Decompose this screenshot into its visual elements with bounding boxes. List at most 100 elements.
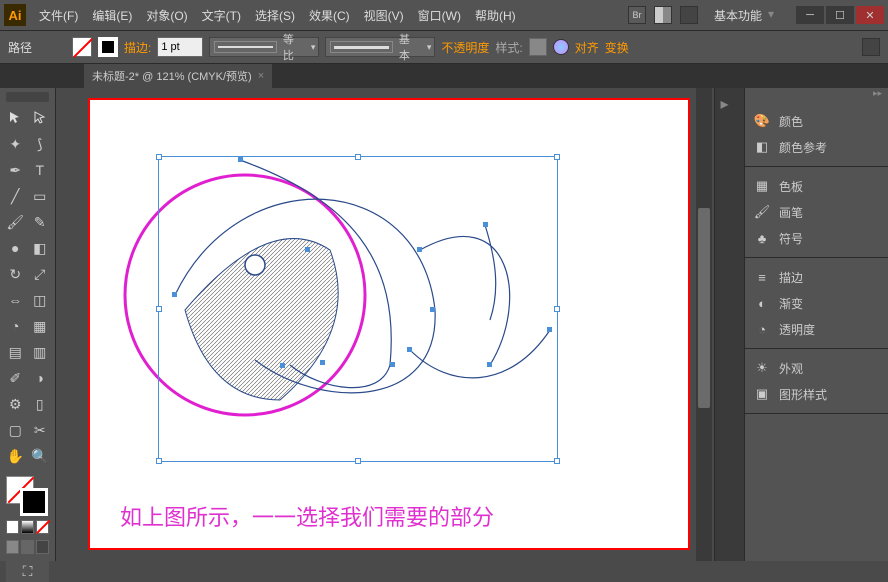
toolbox-grip[interactable] <box>6 92 49 102</box>
opacity-label[interactable]: 不透明度 <box>441 39 489 56</box>
pencil-tool[interactable]: ✎ <box>29 210 52 234</box>
menu-edit[interactable]: 编辑(E) <box>85 7 139 24</box>
paintbrush-tool[interactable]: 🖌 <box>4 210 27 234</box>
zoom-tool[interactable]: 🔍 <box>29 444 52 468</box>
stroke-color-swatch[interactable] <box>20 488 48 516</box>
scale-tool[interactable]: ⤢ <box>29 262 52 286</box>
screen-mode-btn[interactable]: ⛶ <box>6 560 49 582</box>
panel-collapse-icon[interactable]: ▸▸ <box>873 88 882 102</box>
document-tab[interactable]: 未标题-2* @ 121% (CMYK/预览) × <box>84 64 272 88</box>
brush-select[interactable]: 基本 <box>325 37 435 57</box>
slice-tool[interactable]: ✂ <box>29 418 52 442</box>
selection-type-label: 路径 <box>8 39 32 56</box>
panel-transparency[interactable]: ◔透明度 <box>745 316 888 342</box>
width-tool[interactable]: ⇔ <box>4 288 27 312</box>
draw-behind-btn[interactable] <box>21 540 34 554</box>
menu-select[interactable]: 选择(S) <box>248 7 302 24</box>
panel-graphic-styles[interactable]: ▣图形样式 <box>745 381 888 407</box>
gradient-mode-btn[interactable] <box>21 520 34 534</box>
rotate-tool[interactable]: ↻ <box>4 262 27 286</box>
profile-select[interactable]: 等比 <box>209 37 319 57</box>
transform-label[interactable]: 变换 <box>605 39 629 56</box>
free-transform-tool[interactable]: ◫ <box>29 288 52 312</box>
mesh-tool[interactable]: ▤ <box>4 340 27 364</box>
main-area: ✦ ⟆ ✒ T ╱ ▭ 🖌 ✎ ● ◧ ↻ ⤢ ⇔ ◫ ◔ ▦ ▤ ▥ ✐ ◑ … <box>0 88 888 561</box>
lasso-tool[interactable]: ⟆ <box>29 132 52 156</box>
menu-window[interactable]: 窗口(W) <box>411 7 468 24</box>
collapse-panels-icon[interactable]: ▸ <box>721 94 739 112</box>
graphic-style-icon: ▣ <box>753 385 771 403</box>
instruction-caption: 如上图所示，一一选择我们需要的部分 <box>120 500 494 532</box>
style-swatch[interactable] <box>529 38 547 56</box>
menu-effect[interactable]: 效果(C) <box>302 7 357 24</box>
rectangle-tool[interactable]: ▭ <box>29 184 52 208</box>
panel-brushes[interactable]: 🖌画笔 <box>745 199 888 225</box>
style-label: 样式: <box>495 39 522 56</box>
eraser-tool[interactable]: ◧ <box>29 236 52 260</box>
panel-menu-icon[interactable] <box>862 38 880 56</box>
minimize-button[interactable]: ─ <box>796 6 824 24</box>
none-mode-btn[interactable] <box>36 520 49 534</box>
panel-color[interactable]: 🎨颜色 <box>745 108 888 134</box>
appearance-icon: ☀ <box>753 359 771 377</box>
menu-file[interactable]: 文件(F) <box>32 7 85 24</box>
column-graph-tool[interactable]: ▯ <box>29 392 52 416</box>
stroke-label[interactable]: 描边: <box>124 39 151 56</box>
recolor-icon[interactable] <box>553 39 569 55</box>
menu-object[interactable]: 对象(O) <box>139 7 194 24</box>
document-tabs: 未标题-2* @ 121% (CMYK/预览) × <box>0 64 888 88</box>
workspace-switcher[interactable]: 基本功能 <box>706 5 778 26</box>
bridge-icon[interactable]: Br <box>628 6 646 24</box>
direct-selection-tool[interactable] <box>29 106 52 130</box>
stroke-weight-input[interactable] <box>157 37 203 57</box>
type-tool[interactable]: T <box>29 158 52 182</box>
blob-brush-tool[interactable]: ● <box>4 236 27 260</box>
pen-tool[interactable]: ✒ <box>4 158 27 182</box>
stroke-swatch[interactable] <box>98 37 118 57</box>
shape-builder-tool[interactable]: ◔ <box>4 314 27 338</box>
tab-close-icon[interactable]: × <box>258 70 264 82</box>
swatches-icon: ▦ <box>753 177 771 195</box>
align-label[interactable]: 对齐 <box>575 39 599 56</box>
app-logo: Ai <box>4 4 26 26</box>
close-button[interactable]: ✕ <box>856 6 884 24</box>
line-tool[interactable]: ╱ <box>4 184 27 208</box>
magic-wand-tool[interactable]: ✦ <box>4 132 27 156</box>
hand-tool[interactable]: ✋ <box>4 444 27 468</box>
menu-type[interactable]: 文字(T) <box>195 7 248 24</box>
selection-tool[interactable] <box>4 106 27 130</box>
blend-tool[interactable]: ◑ <box>29 366 52 390</box>
panel-symbols[interactable]: ♣符号 <box>745 225 888 251</box>
vertical-scrollbar[interactable] <box>696 88 712 561</box>
tools-panel: ✦ ⟆ ✒ T ╱ ▭ 🖌 ✎ ● ◧ ↻ ⤢ ⇔ ◫ ◔ ▦ ▤ ▥ ✐ ◑ … <box>0 88 56 561</box>
control-bar: 路径 描边: 等比 基本 不透明度 样式: 对齐 变换 <box>0 30 888 64</box>
draw-normal-btn[interactable] <box>6 540 19 554</box>
panel-appearance[interactable]: ☀外观 <box>745 355 888 381</box>
selection-bbox <box>158 156 558 462</box>
panel-swatches[interactable]: ▦色板 <box>745 173 888 199</box>
panels: ▸▸ 🎨颜色 ◧颜色参考 ▦色板 🖌画笔 ♣符号 ≡描边 ◐渐变 ◔透明度 ☀外… <box>744 88 888 561</box>
panel-stroke[interactable]: ≡描边 <box>745 264 888 290</box>
gradient-icon: ◐ <box>753 294 771 312</box>
color-mode-btn[interactable] <box>6 520 19 534</box>
symbol-sprayer-tool[interactable]: ⚙ <box>4 392 27 416</box>
maximize-button[interactable]: ☐ <box>826 6 854 24</box>
gradient-tool[interactable]: ▥ <box>29 340 52 364</box>
panel-color-guide[interactable]: ◧颜色参考 <box>745 134 888 160</box>
perspective-tool[interactable]: ▦ <box>29 314 52 338</box>
canvas[interactable]: 如上图所示，一一选择我们需要的部分 <box>56 88 714 561</box>
panel-gradient[interactable]: ◐渐变 <box>745 290 888 316</box>
draw-inside-btn[interactable] <box>36 540 49 554</box>
arrange-icon[interactable] <box>654 6 672 24</box>
right-dock: ▸ <box>714 88 744 561</box>
tab-title: 未标题-2* @ 121% (CMYK/预览) <box>92 68 252 84</box>
artboard-tool[interactable]: ▢ <box>4 418 27 442</box>
menu-help[interactable]: 帮助(H) <box>468 7 523 24</box>
palette-icon: 🎨 <box>753 112 771 130</box>
fill-swatch[interactable] <box>72 37 92 57</box>
color-controls <box>2 476 53 516</box>
menu-view[interactable]: 视图(V) <box>357 7 411 24</box>
search-icon[interactable] <box>680 6 698 24</box>
eyedropper-tool[interactable]: ✐ <box>4 366 27 390</box>
symbol-icon: ♣ <box>753 229 771 247</box>
